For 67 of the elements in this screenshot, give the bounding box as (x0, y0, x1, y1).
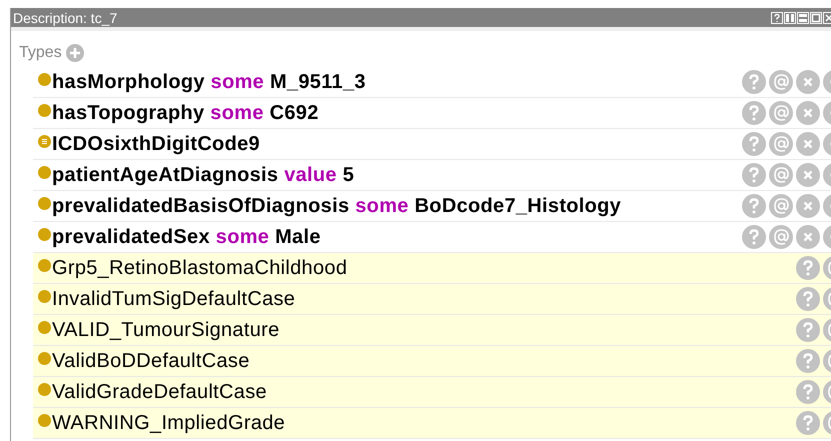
delete-icon[interactable] (796, 101, 820, 125)
help-icon[interactable] (742, 225, 766, 249)
maximize-icon[interactable] (810, 12, 822, 24)
class-dot-icon (38, 166, 51, 179)
help-icon[interactable] (742, 132, 766, 156)
section-label: Types (19, 43, 62, 63)
annotation-icon[interactable] (769, 101, 793, 125)
help-icon[interactable] (771, 12, 783, 24)
delete-icon[interactable] (796, 163, 820, 187)
class-expression: WARNING_ImpliedGrade (52, 411, 286, 435)
inferred-type-row[interactable]: InvalidTumSigDefaultCase (33, 284, 831, 315)
asserted-type-row[interactable]: prevalidatedSex some Male (33, 222, 831, 253)
class-expression: hasTopography some C692 (52, 101, 319, 125)
asserted-type-row[interactable]: patientAgeAtDiagnosis value 5 (33, 160, 831, 191)
help-icon[interactable] (796, 380, 820, 404)
class-dot-icon (38, 228, 51, 241)
help-icon[interactable] (796, 287, 820, 311)
class-dot-icon (38, 197, 51, 210)
inferred-type-row[interactable]: VALID_TumourSignature (33, 315, 831, 346)
annotation-icon[interactable] (769, 163, 793, 187)
class-expression: patientAgeAtDiagnosis value 5 (52, 163, 354, 187)
annotation-icon[interactable] (769, 70, 793, 94)
inferred-type-row[interactable]: WARNING_ImpliedGrade (33, 408, 831, 439)
annotation-icon[interactable] (769, 132, 793, 156)
split-rows-icon[interactable] (797, 12, 809, 24)
class-expression: Grp5_RetinoBlastomaChildhood (52, 256, 348, 280)
add-icon[interactable] (66, 44, 84, 62)
annotation-icon[interactable] (769, 225, 793, 249)
inferred-type-row[interactable]: Grp5_RetinoBlastomaChildhood (33, 253, 831, 284)
class-expression: ICDOsixthDigitCode9 (52, 132, 260, 156)
class-dot-icon (38, 73, 51, 86)
class-dot-icon (38, 383, 51, 396)
window-title: Description: tc_7 (13, 10, 118, 24)
help-icon[interactable] (796, 256, 820, 280)
class-expression: ValidBoDDefaultCase (52, 349, 250, 373)
class-dot-icon (38, 290, 51, 303)
annotation-icon[interactable] (769, 194, 793, 218)
delete-icon[interactable] (796, 70, 820, 94)
help-icon[interactable] (742, 163, 766, 187)
class-dot-icon (38, 321, 51, 334)
delete-icon[interactable] (796, 132, 820, 156)
inferred-type-row[interactable]: ValidBoDDefaultCase (33, 346, 831, 377)
help-icon[interactable] (796, 411, 820, 435)
class-expression: hasMorphology some M_9511_3 (52, 70, 366, 94)
help-icon[interactable] (742, 194, 766, 218)
delete-icon[interactable] (796, 225, 820, 249)
inferred-type-row[interactable]: ValidGradeDefaultCase (33, 377, 831, 408)
class-expression: VALID_TumourSignature (52, 318, 280, 342)
help-icon[interactable] (742, 70, 766, 94)
asserted-type-row[interactable]: hasMorphology some M_9511_3 (33, 67, 831, 98)
split-columns-icon[interactable] (784, 12, 796, 24)
class-dot-icon (38, 352, 51, 365)
asserted-type-row[interactable]: ICDOsixthDigitCode9 (33, 129, 831, 160)
help-icon[interactable] (742, 101, 766, 125)
asserted-type-row[interactable]: prevalidatedBasisOfDiagnosis some BoDcode7_Histology (33, 191, 831, 222)
help-icon[interactable] (796, 349, 820, 373)
class-expression: ValidGradeDefaultCase (52, 380, 267, 404)
class-expression: prevalidatedBasisOfDiagnosis some BoDcode7_Histology (52, 194, 622, 218)
delete-icon[interactable] (796, 194, 820, 218)
class-expression: InvalidTumSigDefaultCase (52, 287, 296, 311)
class-dot-icon (38, 414, 51, 427)
asserted-type-row[interactable]: hasTopography some C692 (33, 98, 831, 129)
class-dot-icon (38, 259, 51, 272)
class-list-icon (38, 135, 51, 148)
class-expression: prevalidatedSex some Male (52, 225, 321, 249)
help-icon[interactable] (796, 318, 820, 342)
class-dot-icon (38, 104, 51, 117)
